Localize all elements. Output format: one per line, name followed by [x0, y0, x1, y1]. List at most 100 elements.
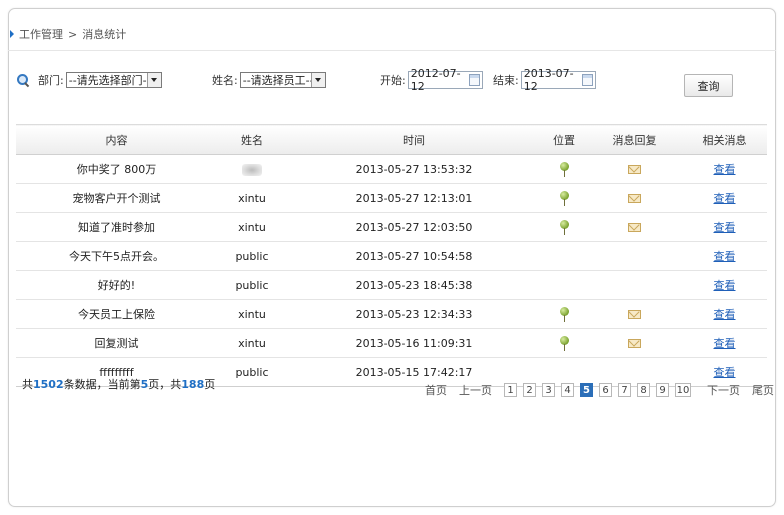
last-page-link[interactable]: 尾页 — [752, 382, 774, 398]
cell-related: 查看 — [682, 212, 767, 242]
cell-name: xintu — [217, 183, 287, 213]
table-row: 好好的! public 2013-05-23 18:45:38 查看 — [16, 270, 767, 300]
cell-content: 宠物客户开个测试 — [16, 183, 217, 213]
location-pin-icon[interactable] — [559, 161, 569, 177]
view-link[interactable]: 查看 — [714, 279, 736, 292]
cell-content: 知道了准时参加 — [16, 212, 217, 242]
breadcrumb-parent[interactable]: 工作管理 — [19, 26, 63, 42]
cell-related: 查看 — [682, 328, 767, 358]
next-page-link[interactable]: 下一页 — [707, 382, 740, 398]
envelope-icon[interactable] — [628, 339, 641, 348]
cell-time: 2013-05-27 12:03:50 — [287, 212, 541, 242]
cell-related: 查看 — [682, 241, 767, 271]
summary-mid1: 条数据，当前第 — [63, 378, 141, 391]
column-header-name: 姓名 — [217, 124, 287, 155]
start-date-input[interactable]: 2012-07-12 — [407, 67, 483, 93]
location-pin-icon[interactable] — [559, 306, 569, 322]
page-number-9[interactable]: 9 — [656, 383, 669, 397]
chevron-down-icon[interactable] — [147, 73, 161, 87]
cell-name: public — [217, 270, 287, 300]
calendar-icon[interactable] — [468, 74, 480, 86]
cell-location — [541, 299, 587, 329]
cell-location — [541, 154, 587, 184]
table-row: 今天员工上保险 xintu 2013-05-23 12:34:33 查看 — [16, 299, 767, 329]
calendar-icon[interactable] — [581, 74, 593, 86]
envelope-icon[interactable] — [628, 223, 641, 232]
cell-content: 回复测试 — [16, 328, 217, 358]
cell-reply — [587, 212, 682, 242]
search-icon — [16, 73, 30, 87]
cell-location — [541, 212, 587, 242]
summary-prefix: 共 — [22, 378, 33, 391]
location-pin-icon[interactable] — [559, 335, 569, 351]
name-filter: 姓名: --请选择员工-- — [212, 70, 326, 90]
cell-content: 今天员工上保险 — [16, 299, 217, 329]
table-row: 宠物客户开个测试 xintu 2013-05-27 12:13:01 查看 — [16, 183, 767, 213]
page-number-7[interactable]: 7 — [618, 383, 631, 397]
department-select[interactable]: --请先选择部门-- — [65, 72, 162, 88]
cell-related: 查看 — [682, 299, 767, 329]
blurred-name — [242, 163, 262, 176]
envelope-icon[interactable] — [628, 194, 641, 203]
cell-time: 2013-05-27 10:54:58 — [287, 241, 541, 271]
start-date-value: 2012-07-12 — [410, 67, 461, 93]
employee-select[interactable]: --请选择员工-- — [239, 72, 326, 88]
cell-related: 查看 — [682, 154, 767, 184]
cell-time: 2013-05-27 13:53:32 — [287, 154, 541, 184]
cell-related: 查看 — [682, 183, 767, 213]
name-label: 姓名: — [212, 74, 238, 87]
cell-name — [217, 154, 287, 184]
page-number-4[interactable]: 4 — [561, 383, 574, 397]
cell-name: public — [217, 241, 287, 271]
breadcrumb: 工作管理 > 消息统计 — [10, 27, 126, 41]
page-number-3[interactable]: 3 — [542, 383, 555, 397]
location-pin-icon[interactable] — [559, 219, 569, 235]
cell-reply — [587, 299, 682, 329]
page-number-1[interactable]: 1 — [504, 383, 517, 397]
cell-name: xintu — [217, 212, 287, 242]
employee-select-value: --请选择员工-- — [242, 74, 312, 87]
cell-reply — [587, 270, 682, 300]
cell-reply — [587, 328, 682, 358]
breadcrumb-current: 消息统计 — [82, 28, 127, 41]
chevron-down-icon[interactable] — [311, 73, 325, 87]
cell-content: 你中奖了 800万 — [16, 154, 217, 184]
cell-name: public — [217, 357, 287, 387]
cell-content: 今天下午5点开会。 — [16, 241, 217, 271]
cell-reply — [587, 154, 682, 184]
view-link[interactable]: 查看 — [714, 337, 736, 350]
location-pin-icon[interactable] — [559, 190, 569, 206]
envelope-icon[interactable] — [628, 165, 641, 174]
cell-reply — [587, 183, 682, 213]
cell-location — [541, 183, 587, 213]
column-header-time: 时间 — [287, 124, 541, 155]
page-number-2[interactable]: 2 — [523, 383, 536, 397]
end-date-input[interactable]: 2013-07-12 — [520, 67, 596, 93]
view-link[interactable]: 查看 — [714, 308, 736, 321]
column-header-content: 内容 — [16, 124, 217, 155]
total-pages: 188 — [181, 378, 205, 391]
view-link[interactable]: 查看 — [714, 250, 736, 263]
page-number-6[interactable]: 6 — [599, 383, 612, 397]
page-number-10[interactable]: 10 — [675, 383, 691, 397]
cell-name: xintu — [217, 328, 287, 358]
end-date-value: 2013-07-12 — [523, 67, 574, 93]
page-number-8[interactable]: 8 — [637, 383, 650, 397]
view-link[interactable]: 查看 — [714, 192, 736, 205]
breadcrumb-separator: > — [68, 27, 78, 41]
table-header-row: 内容 姓名 时间 位置 消息回复 相关消息 — [16, 124, 767, 155]
column-header-reply: 消息回复 — [587, 124, 682, 155]
divider — [8, 50, 776, 51]
page-number-5[interactable]: 5 — [580, 383, 593, 397]
prev-page-link[interactable]: 上一页 — [459, 382, 492, 398]
department-select-value: --请先选择部门-- — [68, 74, 148, 87]
table-row: 今天下午5点开会。 public 2013-05-27 10:54:58 查看 — [16, 241, 767, 271]
table-row: 回复测试 xintu 2013-05-16 11:09:31 查看 — [16, 328, 767, 358]
view-link[interactable]: 查看 — [714, 366, 736, 379]
end-date-filter: 结束: 2013-07-12 — [493, 67, 596, 93]
first-page-link[interactable]: 首页 — [425, 382, 447, 398]
view-link[interactable]: 查看 — [714, 221, 736, 234]
envelope-icon[interactable] — [628, 310, 641, 319]
query-button[interactable]: 查询 — [684, 74, 733, 97]
view-link[interactable]: 查看 — [714, 163, 736, 176]
